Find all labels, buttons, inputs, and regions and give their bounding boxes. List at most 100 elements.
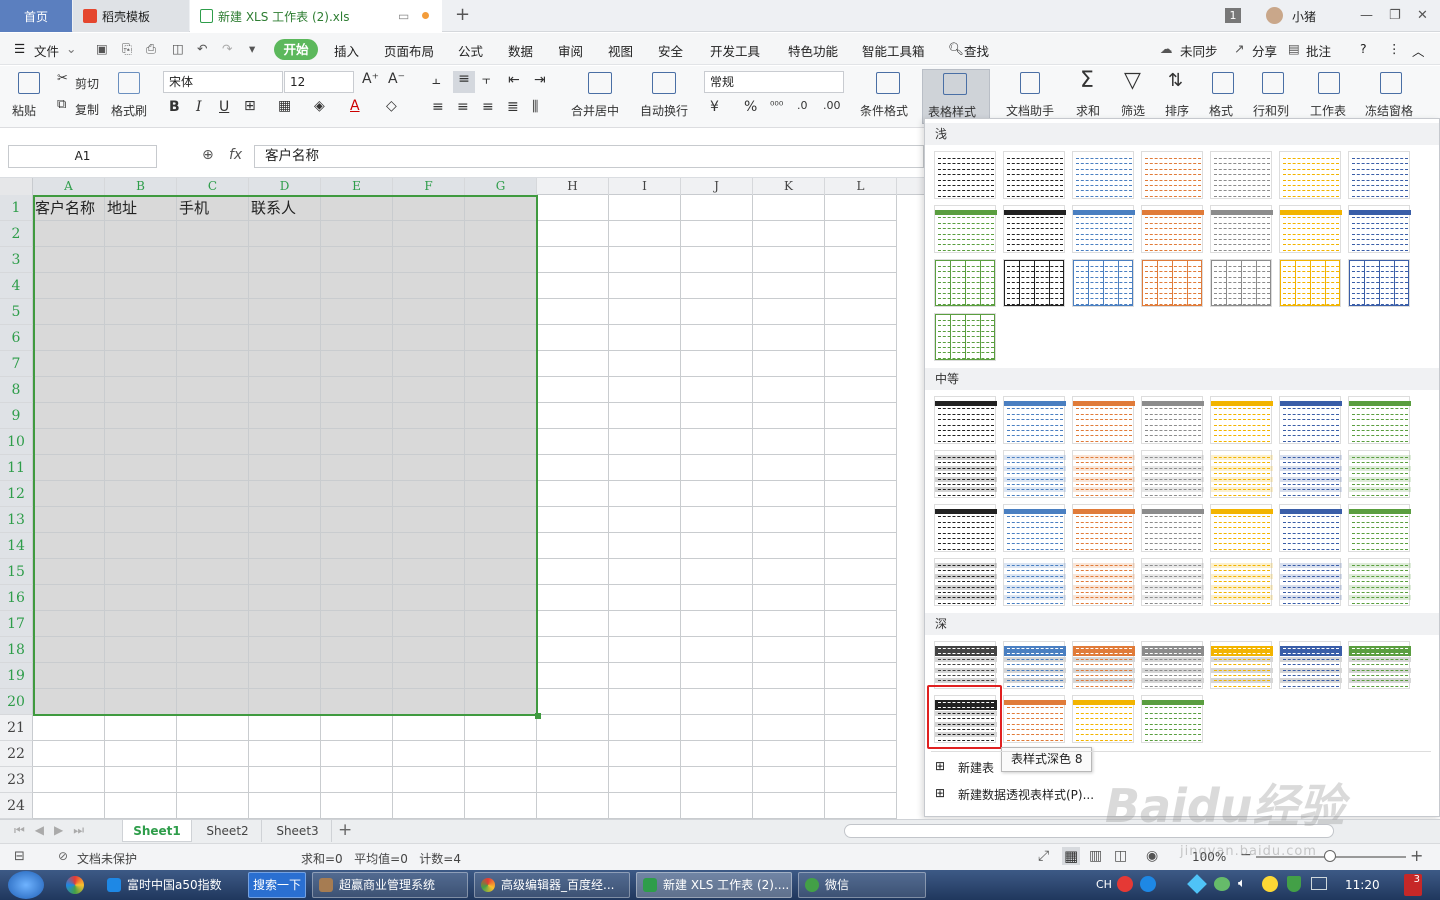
cell[interactable] bbox=[393, 793, 465, 819]
doc-helper-button[interactable]: 文档助手 bbox=[1006, 102, 1054, 119]
cell[interactable] bbox=[753, 663, 825, 689]
sum-button[interactable]: 求和 bbox=[1076, 102, 1100, 119]
page-break-icon[interactable]: ▥ bbox=[1089, 848, 1102, 864]
table-style-medium-swatch[interactable] bbox=[1003, 504, 1066, 552]
font-shrink-icon[interactable]: A⁻ bbox=[388, 71, 405, 87]
table-style-medium-swatch[interactable] bbox=[1348, 504, 1411, 552]
cell[interactable] bbox=[681, 221, 753, 247]
cell[interactable] bbox=[825, 455, 897, 481]
cell[interactable] bbox=[609, 559, 681, 585]
cell[interactable] bbox=[681, 403, 753, 429]
doc-helper-icon[interactable] bbox=[1020, 72, 1040, 94]
cell[interactable] bbox=[537, 507, 609, 533]
cell[interactable] bbox=[609, 507, 681, 533]
table-style-light-swatch[interactable] bbox=[1279, 151, 1341, 199]
cell[interactable] bbox=[609, 663, 681, 689]
row-header[interactable]: 13 bbox=[0, 507, 33, 533]
row-header[interactable]: 20 bbox=[0, 689, 33, 715]
formula-input[interactable]: 客户名称 bbox=[254, 145, 924, 168]
volume-icon[interactable]: 🔈︎ bbox=[1238, 876, 1246, 891]
cell[interactable] bbox=[609, 299, 681, 325]
tab-home[interactable]: 首页 bbox=[0, 0, 72, 32]
table-style-dark-swatch[interactable] bbox=[1003, 695, 1066, 743]
cell[interactable] bbox=[609, 533, 681, 559]
table-style-light-swatch[interactable] bbox=[1348, 205, 1411, 253]
decrease-decimal-icon[interactable]: .00 bbox=[823, 99, 841, 112]
table-style-light-swatch[interactable] bbox=[1072, 259, 1134, 307]
table-style-dark-swatch[interactable] bbox=[1141, 641, 1204, 689]
cell[interactable] bbox=[321, 793, 393, 819]
cell[interactable] bbox=[753, 559, 825, 585]
menu-insert[interactable]: 插入 bbox=[334, 41, 359, 60]
menu-review[interactable]: 审阅 bbox=[558, 41, 583, 60]
sum-icon[interactable]: Σ bbox=[1080, 68, 1094, 93]
menu-file[interactable]: 文件 bbox=[34, 41, 59, 60]
cell[interactable] bbox=[825, 403, 897, 429]
column-header[interactable]: K bbox=[753, 178, 825, 195]
align-right-icon[interactable]: ≡ bbox=[482, 99, 494, 115]
table-style-light-swatch[interactable] bbox=[1141, 205, 1204, 253]
select-all-corner[interactable] bbox=[0, 178, 33, 195]
window-count-badge[interactable]: 1 bbox=[1225, 8, 1241, 23]
taskbar-wechat[interactable]: 微信 bbox=[798, 872, 926, 898]
font-family-select[interactable]: 宋体 bbox=[163, 71, 283, 93]
new-tab-icon[interactable]: + bbox=[455, 4, 470, 25]
cell[interactable] bbox=[177, 741, 249, 767]
sort-icon[interactable]: ⇅ bbox=[1168, 70, 1183, 91]
cell[interactable] bbox=[753, 351, 825, 377]
table-style-light-swatch[interactable] bbox=[1210, 205, 1273, 253]
cell[interactable] bbox=[825, 741, 897, 767]
cell[interactable] bbox=[105, 767, 177, 793]
table-style-medium-swatch[interactable] bbox=[934, 396, 997, 444]
cell[interactable] bbox=[609, 741, 681, 767]
cell[interactable] bbox=[681, 325, 753, 351]
cell[interactable] bbox=[321, 767, 393, 793]
cell[interactable] bbox=[609, 611, 681, 637]
column-header[interactable]: C bbox=[177, 178, 249, 195]
thousands-icon[interactable]: ⁰⁰⁰ bbox=[770, 99, 783, 112]
row-header[interactable]: 23 bbox=[0, 767, 33, 793]
cell[interactable] bbox=[609, 767, 681, 793]
row-header[interactable]: 21 bbox=[0, 715, 33, 741]
zoom-search-icon[interactable]: ⊕ bbox=[202, 147, 214, 163]
cell[interactable] bbox=[537, 377, 609, 403]
cell[interactable] bbox=[753, 533, 825, 559]
page-layout-icon[interactable]: ◫ bbox=[1114, 848, 1127, 864]
table-style-light-swatch[interactable] bbox=[1072, 205, 1135, 253]
menu-find[interactable]: 查找 bbox=[964, 41, 989, 60]
name-box[interactable]: A1 bbox=[8, 145, 157, 168]
spreadsheet-grid[interactable]: A B C D E F G H I J K L 1 客户名称 地址 手机 联系人 2 3 4 5 6 7 8 9 10 11 12 13… bbox=[0, 178, 924, 819]
paste-icon[interactable] bbox=[18, 72, 40, 94]
print-preview-icon[interactable]: ◫ bbox=[172, 41, 184, 56]
cell[interactable] bbox=[537, 195, 609, 221]
cell[interactable] bbox=[537, 325, 609, 351]
sheet-tab-3[interactable]: Sheet3 bbox=[264, 820, 332, 842]
comment-icon[interactable]: ▤ bbox=[1288, 41, 1300, 56]
menu-smart-tools[interactable]: 智能工具箱 bbox=[862, 41, 925, 60]
conditional-format-button[interactable]: 条件格式 bbox=[860, 102, 908, 119]
cell[interactable] bbox=[537, 403, 609, 429]
align-left-icon[interactable]: ≡ bbox=[432, 99, 444, 115]
table-style-dark-swatch[interactable] bbox=[1072, 695, 1135, 743]
cell[interactable] bbox=[825, 481, 897, 507]
cell[interactable] bbox=[609, 689, 681, 715]
screen-icon[interactable]: ▭ bbox=[398, 9, 409, 23]
cell[interactable] bbox=[609, 247, 681, 273]
cell[interactable] bbox=[537, 533, 609, 559]
chevron-down-icon[interactable]: ⌄ bbox=[66, 41, 76, 56]
comment-button[interactable]: 批注 bbox=[1306, 41, 1331, 60]
cell[interactable] bbox=[105, 741, 177, 767]
cell[interactable] bbox=[681, 741, 753, 767]
cell[interactable] bbox=[753, 481, 825, 507]
row-header[interactable]: 14 bbox=[0, 533, 33, 559]
worksheet-button[interactable]: 工作表 bbox=[1310, 102, 1346, 119]
cell[interactable] bbox=[681, 715, 753, 741]
protect-status[interactable]: 文档未保护 bbox=[77, 850, 137, 867]
fill-pattern-icon[interactable]: ▦ bbox=[278, 98, 291, 114]
cell[interactable] bbox=[537, 767, 609, 793]
cell[interactable] bbox=[393, 767, 465, 793]
cell[interactable] bbox=[681, 377, 753, 403]
cell[interactable] bbox=[33, 741, 105, 767]
row-header[interactable]: 19 bbox=[0, 663, 33, 689]
align-top-icon[interactable]: ⫠ bbox=[432, 72, 440, 88]
